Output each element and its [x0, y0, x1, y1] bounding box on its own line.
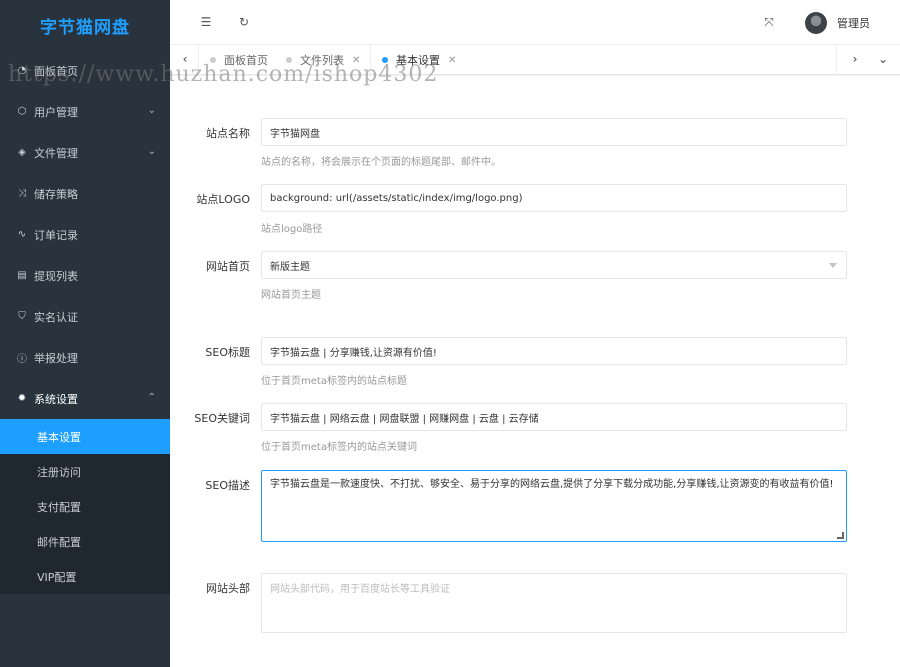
tab-bar: ‹ 面板首页 文件列表 ✕ 基本设置 ✕ › ⌄ [170, 45, 900, 75]
seo-title-label: SEO标题 [205, 346, 250, 359]
homepage-selected-value: 新版主题 [270, 261, 310, 273]
brand-logo[interactable]: 字节猫网盘 [0, 0, 170, 50]
submenu-registration[interactable]: 注册访问 [0, 454, 170, 489]
gear-icon: ✹ [17, 393, 27, 404]
sidebar-item-label: 面板首页 [34, 64, 78, 78]
sidebar-item-label: 用户管理 [34, 105, 78, 119]
tab-divider [370, 45, 371, 75]
sidebar-item-settings[interactable]: ✹ 系统设置 ⌃ [0, 378, 170, 419]
shuffle-icon: ⤨ [18, 188, 26, 199]
submenu-vip[interactable]: VIP配置 [0, 559, 170, 594]
tab-label: 基本设置 [396, 54, 440, 67]
homepage-select[interactable]: 新版主题 [261, 251, 847, 279]
settings-form: 站点名称 字节猫网盘 站点的名称，将会展示在个页面的标题尾部、邮件中。 站点LO… [170, 76, 900, 667]
site-name-help: 站点的名称，将会展示在个页面的标题尾部、邮件中。 [261, 157, 501, 168]
sidebar: 字节猫网盘 ◔ 面板首页 ⬡ 用户管理 ⌄ ◈ 文件管理 ⌄ ⤨ 储存策略 ∿ … [0, 0, 170, 667]
sidebar-item-storage[interactable]: ⤨ 储存策略 [0, 173, 170, 214]
site-name-input[interactable]: 字节猫网盘 [261, 118, 847, 146]
sidebar-item-dashboard[interactable]: ◔ 面板首页 [0, 50, 170, 91]
homepage-help: 网站首页主题 [261, 290, 321, 301]
user-menu[interactable]: 管理员 [805, 12, 870, 34]
close-icon[interactable]: ✕ [448, 55, 456, 66]
sidebar-item-label: 文件管理 [34, 146, 78, 160]
info-icon: ⓘ [17, 354, 27, 365]
fullscreen-icon[interactable]: ⤧ [761, 14, 777, 30]
avatar [805, 12, 827, 34]
site-logo-help: 站点logo路径 [261, 224, 323, 235]
sidebar-item-label: 订单记录 [34, 228, 78, 242]
tab-basic-settings[interactable]: 基本设置 ✕ [382, 45, 456, 75]
sidebar-item-users[interactable]: ⬡ 用户管理 ⌄ [0, 91, 170, 132]
sidebar-item-label: 实名认证 [34, 310, 78, 324]
sidebar-item-verification[interactable]: ⛉ 实名认证 [0, 296, 170, 337]
submenu-basic-settings[interactable]: 基本设置 [0, 419, 170, 454]
resize-handle-icon[interactable] [837, 532, 844, 539]
refresh-icon[interactable]: ↻ [236, 14, 252, 30]
site-logo-label: 站点LOGO [196, 193, 250, 206]
close-icon[interactable]: ✕ [352, 55, 360, 66]
dropdown-arrow-icon [829, 263, 837, 268]
sidebar-item-reports[interactable]: ⓘ 举报处理 [0, 337, 170, 378]
tab-dashboard[interactable]: 面板首页 [210, 45, 268, 75]
chevron-down-icon: ⌄ [147, 146, 156, 157]
site-header-textarea[interactable]: 网站头部代码，用于百度站长等工具验证 [261, 573, 847, 633]
tab-scroll-left-icon[interactable]: ‹ [178, 52, 192, 66]
settings-submenu: 基本设置 注册访问 支付配置 邮件配置 VIP配置 [0, 419, 170, 594]
seo-description-text: 字节猫云盘是一款速度快、不打扰、够安全、易于分享的网络云盘,提供了分享下载分成功… [270, 479, 834, 490]
homepage-label: 网站首页 [206, 260, 250, 273]
site-name-label: 站点名称 [206, 127, 250, 140]
site-header-label: 网站头部 [206, 582, 250, 595]
sidebar-item-label: 系统设置 [34, 392, 78, 406]
top-header: ☰ ↻ ⤧ 管理员 [170, 0, 900, 45]
list-icon: ▤ [17, 270, 27, 281]
tab-label: 面板首页 [224, 54, 268, 67]
tab-file-list[interactable]: 文件列表 ✕ [286, 45, 360, 75]
tab-dot-icon [286, 57, 292, 63]
seo-keywords-help: 位于首页meta标签内的站点关键词 [261, 442, 417, 453]
site-logo-input[interactable]: background: url(/assets/static/index/img… [261, 184, 847, 212]
sidebar-item-withdrawals[interactable]: ▤ 提现列表 [0, 255, 170, 296]
seo-title-help: 位于首页meta标签内的站点标题 [261, 376, 407, 387]
sidebar-item-label: 提现列表 [34, 269, 78, 283]
box-icon: ⬡ [17, 106, 27, 117]
seo-keywords-input[interactable]: 字节猫云盘 | 网络云盘 | 网盘联盟 | 网赚网盘 | 云盘 | 云存储 [261, 403, 847, 431]
seo-description-label: SEO描述 [205, 479, 250, 492]
seo-keywords-label: SEO关键词 [194, 412, 250, 425]
chevron-up-icon: ⌃ [147, 392, 156, 403]
pulse-icon: ∿ [17, 229, 27, 240]
tab-divider [836, 45, 837, 75]
tab-dot-icon [382, 57, 388, 63]
submenu-payment[interactable]: 支付配置 [0, 489, 170, 524]
chevron-down-icon: ⌄ [147, 105, 156, 116]
menu-collapse-icon[interactable]: ☰ [198, 14, 214, 30]
dashboard-icon: ◔ [17, 65, 27, 76]
sidebar-item-label: 储存策略 [34, 187, 78, 201]
tab-dot-icon [210, 57, 216, 63]
seo-title-input[interactable]: 字节猫云盘 | 分享赚钱,让资源有价值! [261, 337, 847, 365]
shield-icon: ⛉ [18, 311, 26, 322]
sidebar-item-files[interactable]: ◈ 文件管理 ⌄ [0, 132, 170, 173]
sidebar-item-orders[interactable]: ∿ 订单记录 [0, 214, 170, 255]
tab-scroll-right-icon[interactable]: › [848, 52, 862, 66]
tab-label: 文件列表 [300, 54, 344, 67]
sidebar-item-label: 举报处理 [34, 351, 78, 365]
tab-dropdown-icon[interactable]: ⌄ [876, 52, 890, 66]
seo-description-textarea[interactable]: 字节猫云盘是一款速度快、不打扰、够安全、易于分享的网络云盘,提供了分享下载分成功… [261, 470, 847, 542]
tab-divider [198, 45, 199, 75]
submenu-email[interactable]: 邮件配置 [0, 524, 170, 559]
user-name: 管理员 [837, 17, 870, 30]
layers-icon: ◈ [18, 147, 26, 158]
